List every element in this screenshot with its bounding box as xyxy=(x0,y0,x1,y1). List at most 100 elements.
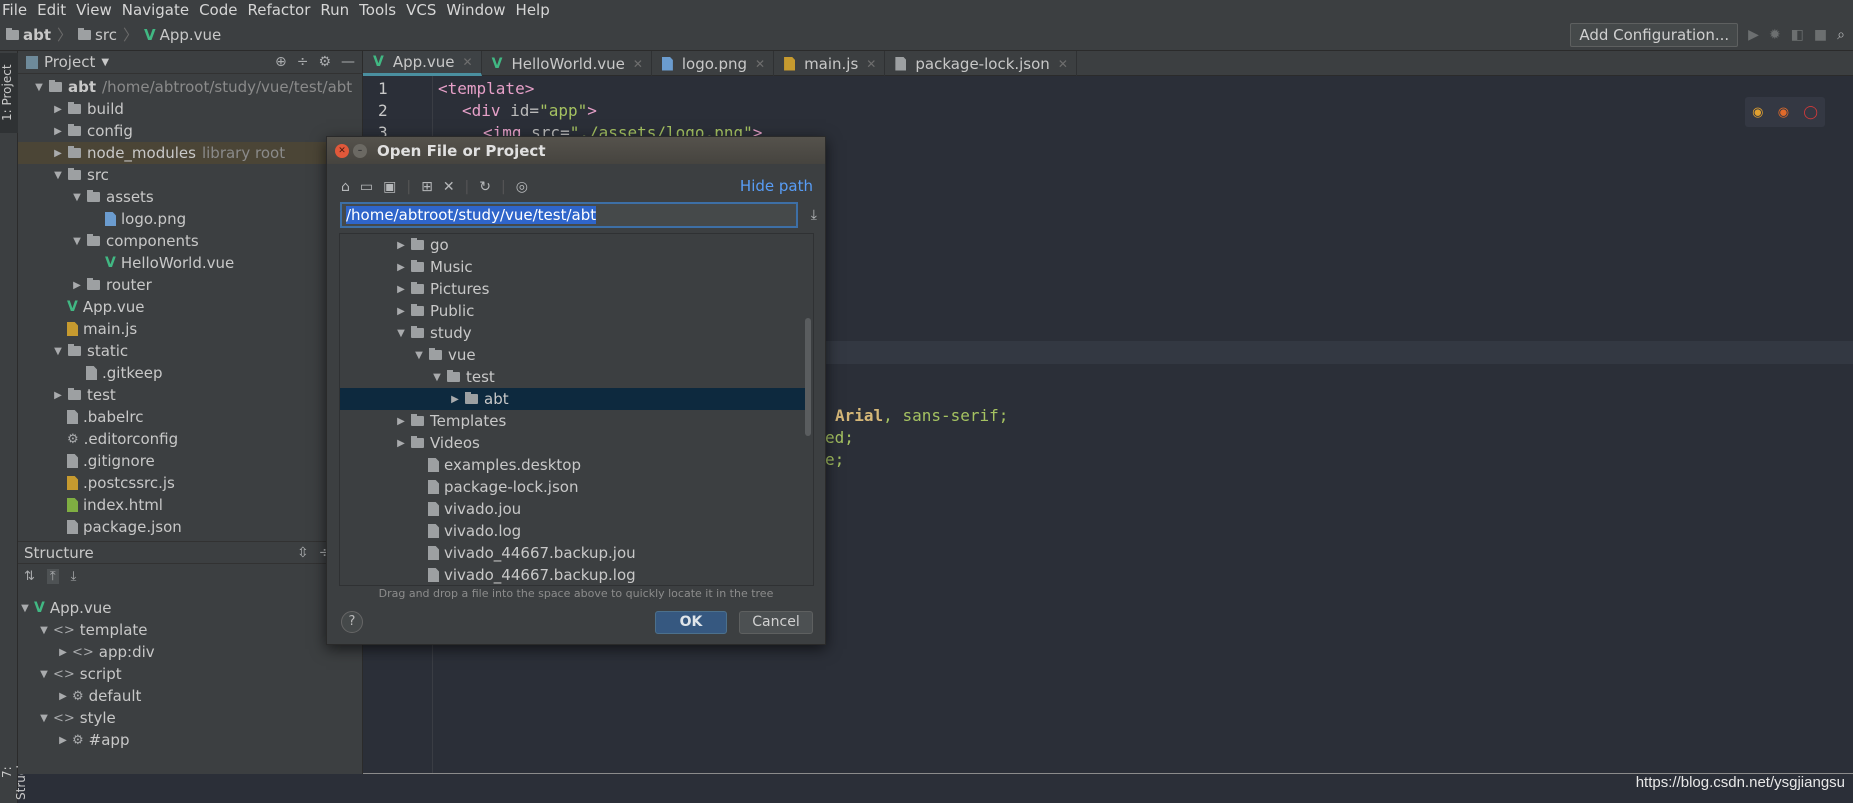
tree-item-app-vue[interactable]: V App.vue xyxy=(18,296,363,318)
tree-item--postcssrc-js[interactable]: .postcssrc.js xyxy=(18,472,363,494)
tree-item-examples-desktop[interactable]: examples.desktop xyxy=(340,454,805,476)
scrollbar[interactable] xyxy=(805,318,811,436)
tree-item-logo-png[interactable]: logo.png xyxy=(18,208,363,230)
desktop-icon[interactable]: ▭ xyxy=(360,179,373,195)
minimize-window-icon[interactable]: – xyxy=(353,143,367,158)
tab-app-vue[interactable]: V App.vue ✕ xyxy=(363,51,482,76)
breadcrumb-src[interactable]: src xyxy=(78,26,117,44)
tab-package-lock-json[interactable]: package-lock.json ✕ xyxy=(885,51,1077,76)
tree-item--app[interactable]: ▶ ⚙ #app xyxy=(18,729,363,751)
cancel-button[interactable]: Cancel xyxy=(739,611,813,634)
tree-item-node-modules[interactable]: ▶ node_modules library root xyxy=(18,142,363,164)
tree-item-components[interactable]: ▼ components xyxy=(18,230,363,252)
close-tab-icon[interactable]: ✕ xyxy=(866,57,876,71)
chevron-down-icon[interactable]: ▼ xyxy=(430,372,444,383)
collapse-all-icon[interactable]: ÷ xyxy=(297,54,309,70)
project-tool-tab[interactable]: 1: Project xyxy=(0,53,18,133)
tree-item-go[interactable]: ▶ go xyxy=(340,234,805,256)
tree-item-vivado-44667-backup-jou[interactable]: vivado_44667.backup.jou xyxy=(340,542,805,564)
tree-item-abt[interactable]: ▼ abt/home/abtroot/study/vue/test/abt xyxy=(18,76,363,98)
code-fragment[interactable]: e; xyxy=(825,450,844,469)
chevron-down-icon[interactable]: ▼ xyxy=(51,170,65,181)
tree-item-app-div[interactable]: ▶ <> app:div xyxy=(18,641,363,663)
show-fields-icon[interactable]: ⤒ xyxy=(46,569,59,584)
code-line-2[interactable]: <div id="app"> xyxy=(462,101,597,120)
menu-help[interactable]: Help xyxy=(513,1,557,19)
download-icon[interactable]: ⤓ xyxy=(811,207,817,223)
chevron-right-icon[interactable]: ▶ xyxy=(51,148,65,159)
chrome-icon[interactable]: ◉ xyxy=(1752,105,1763,120)
menu-code[interactable]: Code xyxy=(196,1,244,19)
close-tab-icon[interactable]: ✕ xyxy=(755,57,765,71)
tree-item-package-lock-json[interactable]: package-lock.json xyxy=(340,476,805,498)
chevron-down-icon[interactable]: ▼ xyxy=(37,713,51,724)
tree-item-script[interactable]: ▼ <> script xyxy=(18,663,363,685)
close-tab-icon[interactable]: ✕ xyxy=(463,55,473,69)
tree-item-router[interactable]: ▶ router xyxy=(18,274,363,296)
tree-item-template[interactable]: ▼ <> template xyxy=(18,619,363,641)
chevron-down-icon[interactable]: ▼ xyxy=(37,625,51,636)
chevron-right-icon[interactable]: ▶ xyxy=(56,691,70,702)
hide-path-link[interactable]: Hide path xyxy=(740,177,813,195)
menu-file[interactable]: File xyxy=(0,1,34,19)
chevron-right-icon[interactable]: ▶ xyxy=(51,104,65,115)
search-everywhere-icon[interactable]: ⌕ xyxy=(1837,27,1845,43)
tree-item-package-json[interactable]: package.json xyxy=(18,516,363,538)
breadcrumb-app-vue[interactable]: V App.vue xyxy=(144,26,221,44)
opera-icon[interactable]: ◯ xyxy=(1803,105,1818,120)
coverage-icon[interactable]: ◧ xyxy=(1791,27,1804,43)
menu-window[interactable]: Window xyxy=(443,1,512,19)
tree-item-src[interactable]: ▼ src xyxy=(18,164,363,186)
run-icon[interactable]: ▶ xyxy=(1748,27,1759,43)
tree-item-templates[interactable]: ▶ Templates xyxy=(340,410,805,432)
refresh-icon[interactable]: ↻ xyxy=(479,179,491,195)
menu-navigate[interactable]: Navigate xyxy=(119,1,196,19)
close-tab-icon[interactable]: ✕ xyxy=(633,57,643,71)
tree-item-default[interactable]: ▶ ⚙ default xyxy=(18,685,363,707)
project-view-selector[interactable]: Project xyxy=(44,53,95,71)
tree-item--gitignore[interactable]: .gitignore xyxy=(18,450,363,472)
chevron-right-icon[interactable]: ▶ xyxy=(56,735,70,746)
debug-icon[interactable]: ✹ xyxy=(1769,27,1781,43)
code-fragment[interactable]: ed; xyxy=(825,428,854,447)
tree-item-vivado-log[interactable]: vivado.log xyxy=(340,520,805,542)
chevron-right-icon[interactable]: ▶ xyxy=(394,284,408,295)
chevron-down-icon[interactable]: ▼ xyxy=(32,82,46,93)
tree-item-helloworld-vue[interactable]: V HelloWorld.vue xyxy=(18,252,363,274)
menu-view[interactable]: View xyxy=(73,1,119,19)
add-configuration-button[interactable]: Add Configuration... xyxy=(1570,23,1739,47)
tree-item-abt[interactable]: ▶ abt xyxy=(340,388,805,410)
chevron-down-icon[interactable]: ▼ xyxy=(18,603,32,614)
tree-item-style[interactable]: ▼ <> style xyxy=(18,707,363,729)
tree-item-build[interactable]: ▶ build xyxy=(18,98,363,120)
tree-item--editorconfig[interactable]: ⚙ .editorconfig xyxy=(18,428,363,450)
close-window-icon[interactable]: ✕ xyxy=(335,143,349,158)
breadcrumb-abt[interactable]: abt xyxy=(6,26,51,44)
chevron-down-icon[interactable]: ▼ xyxy=(51,346,65,357)
help-button[interactable]: ? xyxy=(341,611,363,633)
show-hidden-icon[interactable]: ◎ xyxy=(516,179,528,195)
tab-logo-png[interactable]: logo.png ✕ xyxy=(652,51,775,76)
code-line-1[interactable]: <template> xyxy=(438,79,534,98)
tree-item--babelrc[interactable]: .babelrc xyxy=(18,406,363,428)
tree-item-test[interactable]: ▼ test xyxy=(340,366,805,388)
tree-item-main-js[interactable]: main.js xyxy=(18,318,363,340)
ok-button[interactable]: OK xyxy=(655,611,727,634)
chevron-right-icon[interactable]: ▶ xyxy=(394,306,408,317)
expand-all-icon[interactable]: ⇳ xyxy=(297,545,309,561)
chevron-down-icon[interactable]: ▼ xyxy=(70,236,84,247)
menu-refactor[interactable]: Refactor xyxy=(244,1,317,19)
tab-main-js[interactable]: main.js ✕ xyxy=(774,51,886,76)
chevron-right-icon[interactable]: ▶ xyxy=(56,647,70,658)
tree-item-assets[interactable]: ▼ assets xyxy=(18,186,363,208)
tree-item-pictures[interactable]: ▶ Pictures xyxy=(340,278,805,300)
tree-item-static[interactable]: ▼ static xyxy=(18,340,363,362)
tree-item-test[interactable]: ▶ test xyxy=(18,384,363,406)
chevron-right-icon[interactable]: ▶ xyxy=(394,262,408,273)
chevron-down-icon[interactable]: ▼ xyxy=(101,57,109,68)
stop-icon[interactable]: ■ xyxy=(1814,27,1827,43)
chevron-right-icon[interactable]: ▶ xyxy=(394,438,408,449)
chevron-right-icon[interactable]: ▶ xyxy=(448,394,462,405)
minimize-icon[interactable]: — xyxy=(341,54,355,70)
chevron-right-icon[interactable]: ▶ xyxy=(394,416,408,427)
